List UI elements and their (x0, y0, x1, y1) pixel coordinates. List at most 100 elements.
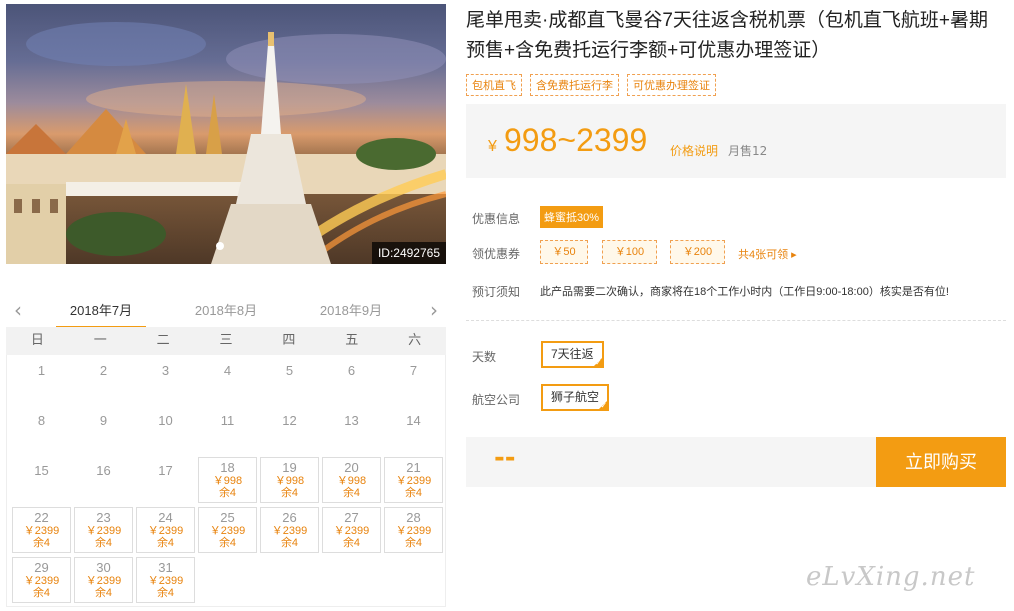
calendar-day[interactable]: 24 ￥2399 余4 (136, 507, 195, 553)
calendar-day[interactable]: 30 ￥2399 余4 (74, 557, 133, 603)
booking-notice: 此产品需要二次确认，商家将在18个工作小时内（工作日9:00-18:00）核实是… (540, 286, 949, 298)
day-number: 27 (344, 510, 359, 525)
day-remaining: 余4 (218, 537, 237, 549)
calendar-day[interactable]: 22 ￥2399 余4 (12, 507, 71, 553)
calendar-day[interactable]: 25 ￥2399 余4 (198, 507, 257, 553)
calendar-day: 8 (12, 407, 71, 453)
calendar-day: 9 (74, 407, 133, 453)
notice-label: 预订须知 (472, 285, 521, 299)
coupon-50[interactable]: ￥50 (540, 240, 588, 264)
airline-option-selected[interactable]: 狮子航空 ✓ (541, 384, 610, 411)
more-coupons-link[interactable]: 共4张可领 ▸ (738, 246, 797, 262)
tab-month-september[interactable]: 2018年9月 (306, 300, 396, 319)
carousel-dot[interactable] (216, 242, 224, 250)
calendar-day[interactable]: 20 ￥998 余4 (322, 457, 381, 503)
day-remaining: 余4 (156, 587, 175, 599)
calendar-day[interactable]: 19 ￥998 余4 (260, 457, 319, 503)
calendar-day[interactable]: 23 ￥2399 余4 (74, 507, 133, 553)
day-number: 13 (344, 413, 359, 428)
calendar-day[interactable]: 31 ￥2399 余4 (136, 557, 195, 603)
calendar-day: 15 (12, 457, 71, 503)
calendar-day: 4 (198, 357, 257, 403)
tab-month-july[interactable]: 2018年7月 (56, 300, 146, 329)
day-remaining: 余4 (280, 487, 299, 499)
price-box: ¥ 998~2399 价格说明 月售12 (466, 104, 1006, 178)
currency-symbol: ¥ (488, 138, 497, 155)
day-number: 31 (158, 560, 173, 575)
day-remaining: 余4 (218, 487, 237, 499)
product-tags: 包机直飞 含免费托运行李 可优惠办理签证 (466, 74, 716, 96)
calendar-day: 1 (12, 357, 71, 403)
temple-illustration (6, 4, 446, 264)
day-price: ￥2399 (209, 525, 246, 537)
checkmark-icon: ✓ (594, 358, 602, 367)
day-number: 21 (406, 460, 421, 475)
day-number: 14 (406, 413, 421, 428)
day-number: 26 (282, 510, 297, 525)
product-photo[interactable]: ID:2492765 (6, 4, 446, 264)
calendar-day: 2 (74, 357, 133, 403)
day-number: 12 (282, 413, 297, 428)
coupon-100[interactable]: ￥100 (602, 240, 657, 264)
day-price: ￥2399 (147, 525, 184, 537)
day-number: 8 (37, 413, 46, 428)
calendar-grid: 1 2 3 4 5 6 7 8 9 10 11 12 13 14 15 16 17 18 ￥998 余4 19 ￥998 余… (6, 355, 446, 607)
calendar-day[interactable]: 27 ￥2399 余4 (322, 507, 381, 553)
days-label: 天数 (472, 350, 497, 364)
total-price-bar: -- (466, 437, 876, 487)
day-remaining: 余4 (156, 537, 175, 549)
calendar-day: 7 (384, 357, 443, 403)
day-price: ￥2399 (23, 575, 60, 587)
airline-label: 航空公司 (472, 393, 521, 407)
day-number: 28 (406, 510, 421, 525)
day-price: ￥2399 (271, 525, 308, 537)
days-option-selected[interactable]: 7天往返 ✓ (541, 341, 604, 368)
days-option-label: 7天往返 (551, 347, 594, 361)
watermark: eLvXing.net (806, 562, 976, 592)
day-number: 20 (344, 460, 359, 475)
coupon-label: 领优惠券 (472, 247, 521, 261)
feature-tag: 可优惠办理签证 (627, 74, 716, 96)
product-page: ID:2492765 ‹ 2018年7月 2018年8月 2018年9月 › 日… (0, 0, 1014, 611)
day-number: 3 (161, 363, 170, 378)
buy-now-button[interactable]: 立即购买 (876, 437, 1006, 487)
tab-month-august[interactable]: 2018年8月 (181, 300, 271, 319)
calendar-day: 17 (136, 457, 195, 503)
coupon-200[interactable]: ￥200 (670, 240, 725, 264)
calendar-day[interactable]: 26 ￥2399 余4 (260, 507, 319, 553)
weekday-label: 二 (156, 333, 170, 348)
day-number: 19 (282, 460, 297, 475)
calendar-month-nav: ‹ 2018年7月 2018年8月 2018年9月 › (6, 292, 446, 329)
chevron-left-icon[interactable]: ‹ (14, 298, 22, 322)
day-number: 23 (96, 510, 111, 525)
day-number: 9 (99, 413, 108, 428)
divider (466, 320, 1006, 321)
calendar-day: 11 (198, 407, 257, 453)
day-remaining: 余4 (280, 537, 299, 549)
day-remaining: 余4 (342, 487, 361, 499)
day-number: 25 (220, 510, 235, 525)
calendar-day: 16 (74, 457, 133, 503)
calendar-day[interactable]: 21 ￥2399 余4 (384, 457, 443, 503)
day-number: 29 (34, 560, 49, 575)
weekday-label: 五 (345, 333, 359, 348)
product-title: 尾单甩卖·成都直飞曼谷7天往返含税机票（包机直飞航班+暑期预售+含免费托运行李额… (466, 10, 988, 61)
calendar-day: 14 (384, 407, 443, 453)
day-number: 10 (158, 413, 173, 428)
calendar-day[interactable]: 28 ￥2399 余4 (384, 507, 443, 553)
day-number: 4 (223, 363, 232, 378)
photo-id-label: ID:2492765 (371, 242, 446, 264)
chevron-right-icon[interactable]: › (430, 298, 438, 322)
price-explanation-link[interactable]: 价格说明 (670, 142, 718, 159)
calendar-day: 5 (260, 357, 319, 403)
calendar-day[interactable]: 18 ￥998 余4 (198, 457, 257, 503)
weekday-label: 三 (219, 333, 233, 348)
day-number: 17 (158, 463, 173, 478)
day-remaining: 余4 (342, 537, 361, 549)
weekday-label: 日 (30, 333, 44, 348)
total-price: -- (494, 443, 516, 473)
calendar-day[interactable]: 29 ￥2399 余4 (12, 557, 71, 603)
day-price: ￥998 (274, 475, 305, 487)
day-remaining: 余4 (404, 537, 423, 549)
calendar-day: 3 (136, 357, 195, 403)
